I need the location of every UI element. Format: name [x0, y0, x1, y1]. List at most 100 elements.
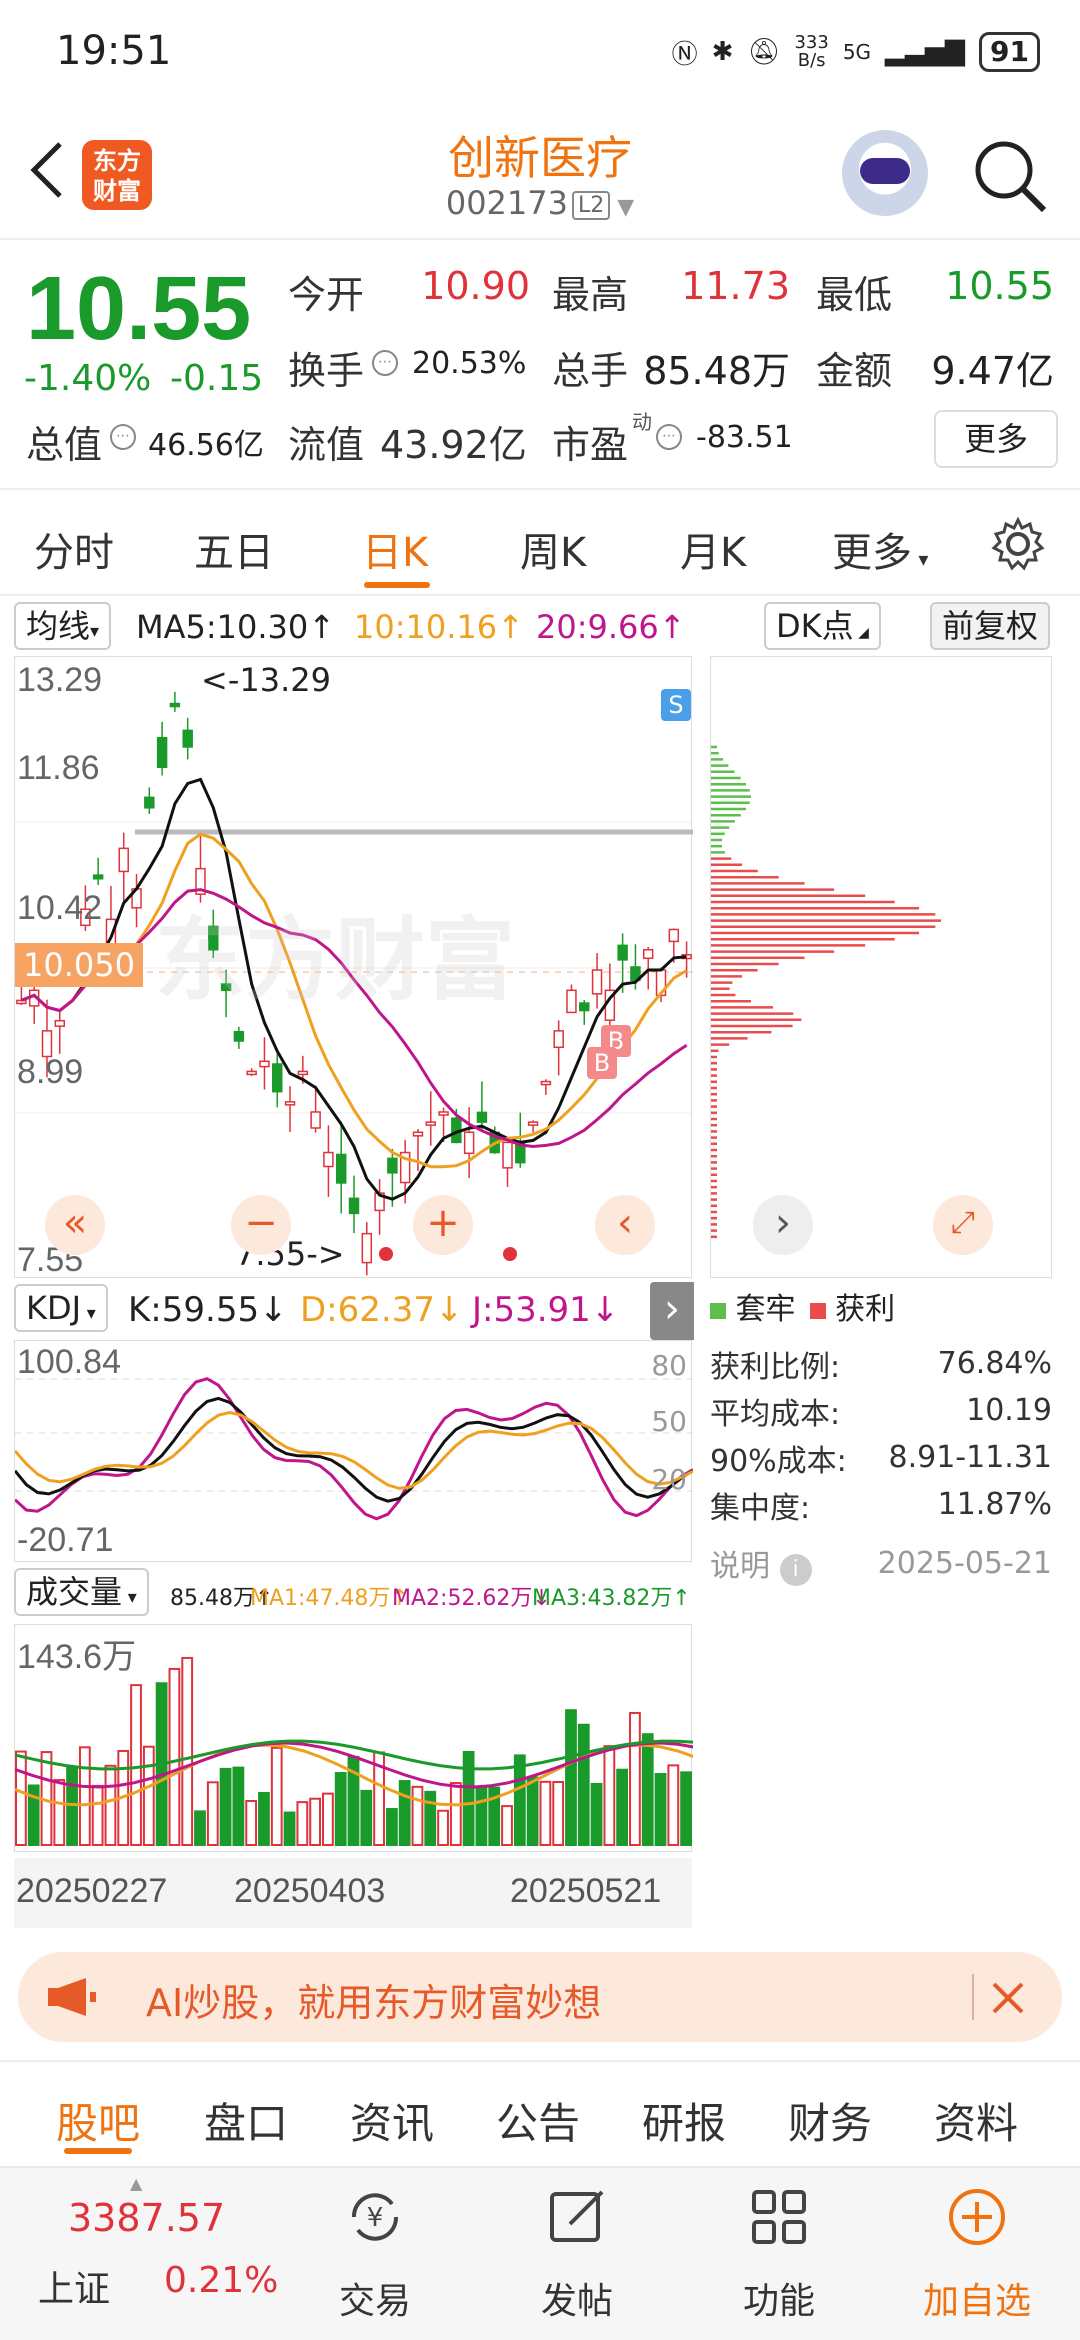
adjust-select[interactable]: 前复权 — [930, 602, 1051, 650]
tab-five-day[interactable]: 五日 — [194, 520, 274, 578]
volume-bar — [194, 1810, 206, 1846]
candle-body — [335, 1153, 347, 1184]
kdj-chart[interactable]: 100.84 -20.71 80 50 20 — [14, 1340, 693, 1562]
change-pct: -1.40% — [24, 358, 152, 399]
candle-body — [92, 874, 104, 880]
y-label: 11.86 — [17, 749, 100, 787]
current-price-tag: 10.050 — [15, 943, 143, 987]
search-icon[interactable] — [970, 136, 1050, 216]
volume-select[interactable]: 成交量 ▾ — [14, 1568, 149, 1616]
candle-body — [617, 944, 628, 961]
candle-body — [579, 1002, 590, 1012]
volume-ma1: MA1:47.48万↑ — [250, 1586, 409, 1611]
volume-bar — [680, 1771, 692, 1846]
tab-intraday[interactable]: 分时 — [34, 520, 114, 578]
tab-daily-k[interactable]: 日K — [362, 520, 428, 578]
tab-finance[interactable]: 财务 — [788, 2090, 872, 2151]
kdj-indicator-bar: KDJ ▾ K:59.55↓ D:62.37↓ J:53.91↓ › — [14, 1282, 694, 1340]
chip-distribution-chart[interactable]: › ⤢ — [710, 656, 1052, 1278]
chip-row-profit-ratio: 获利比例: 76.84% — [710, 1340, 1052, 1387]
tab-more[interactable]: 更多 ▾ — [832, 520, 928, 578]
info-icon: i — [779, 1554, 812, 1586]
candle-body — [566, 989, 577, 1014]
nav-add-watchlist[interactable]: 加自选 — [902, 2168, 1052, 2340]
zoom-out-icon[interactable]: − — [231, 1195, 291, 1255]
sell-marker[interactable]: S — [661, 689, 691, 721]
volume-bar — [667, 1764, 680, 1846]
volume-bar — [411, 1785, 424, 1847]
candle-body — [553, 1030, 564, 1049]
volume-bar — [91, 1784, 104, 1847]
kdj-j-line — [15, 1377, 693, 1521]
scroll-left-fast-icon[interactable]: « — [45, 1195, 105, 1255]
nav-post[interactable]: 发帖 — [502, 2168, 652, 2340]
dk-select[interactable]: DK点 ◢ — [764, 602, 881, 650]
caret-down-icon: ▾ — [122, 1587, 137, 1608]
event-dot[interactable] — [379, 1247, 393, 1261]
chip-row-concentration: 集中度: 11.87% — [710, 1481, 1052, 1528]
tab-profile[interactable]: 资料 — [934, 2090, 1018, 2151]
chip-label: 90%成本: — [710, 1443, 847, 1479]
zoom-in-icon[interactable]: + — [413, 1195, 473, 1255]
candle-body — [144, 796, 155, 809]
volume-bar — [181, 1656, 194, 1846]
volume-bar — [206, 1781, 219, 1847]
close-icon[interactable] — [990, 1980, 1026, 2016]
more-button[interactable]: 更多 — [934, 410, 1058, 468]
volume-bar — [296, 1801, 309, 1847]
candle-body — [323, 1151, 334, 1168]
tab-weekly-k[interactable]: 周K — [520, 520, 586, 578]
index-ticker[interactable]: ▲ 3387.57 上证 0.21% — [0, 2168, 290, 2340]
tab-announcements[interactable]: 公告 — [496, 2090, 580, 2151]
candle-body — [387, 1157, 398, 1174]
chip-value: 10.19 — [966, 1393, 1052, 1428]
volume-bar — [398, 1780, 411, 1846]
candle-body — [182, 729, 193, 748]
period-tabs: 分时 五日 日K 周K 月K 更多 ▾ — [0, 496, 1080, 596]
chip-row-90-cost: 90%成本: 8.91-11.31 — [710, 1434, 1052, 1481]
chip-value: 8.91-11.31 — [888, 1440, 1052, 1475]
kline-chart[interactable]: 东方财富 13.29 11.86 10.42 8.99 7.55 10.050 … — [14, 656, 693, 1279]
volume-chart[interactable]: 143.6万 — [14, 1624, 693, 1852]
ai-promo-banner[interactable]: AI炒股，就用东方财富妙想 — [18, 1952, 1062, 2042]
gear-icon[interactable] — [990, 516, 1046, 572]
tab-pankou[interactable]: 盘口 — [204, 2090, 288, 2151]
expand-icon[interactable]: ⤢ — [933, 1195, 993, 1255]
info-dots-icon[interactable]: ⋯ — [656, 424, 682, 450]
info-dots-icon[interactable]: ⋯ — [110, 424, 136, 450]
kdj-select[interactable]: KDJ ▾ — [14, 1284, 108, 1332]
volume-bar — [142, 1745, 155, 1846]
candle-body — [310, 1111, 321, 1129]
info-dots-icon[interactable]: ⋯ — [372, 350, 398, 376]
candle-body — [502, 1141, 513, 1169]
volume-bar — [322, 1792, 334, 1846]
tab-monthly-k[interactable]: 月K — [680, 520, 746, 578]
buy-marker[interactable]: B — [587, 1047, 617, 1079]
status-bar: 19:51 Ⓝ ✱ 🔕︎ 333 B/s 5G ▂▃▅▇ 91 — [0, 0, 1080, 100]
scroll-left-icon[interactable]: ‹ — [595, 1195, 655, 1255]
nav-functions[interactable]: 功能 — [704, 2168, 854, 2340]
volume-bar — [641, 1733, 654, 1846]
chip-note-label: 说明 — [710, 1549, 770, 1584]
candle-body — [425, 1121, 436, 1126]
legend-swatch-green — [710, 1303, 726, 1319]
chip-note[interactable]: 说明 i — [710, 1541, 812, 1586]
caret-down-icon: ▾ — [912, 547, 929, 571]
nav-trade[interactable]: ¥ 交易 — [300, 2168, 450, 2340]
ai-robot-avatar[interactable] — [842, 130, 928, 216]
scroll-right-icon[interactable]: › — [753, 1195, 813, 1255]
tab-news[interactable]: 资讯 — [350, 2090, 434, 2151]
event-dot[interactable] — [503, 1247, 517, 1261]
tab-research[interactable]: 研报 — [642, 2090, 726, 2151]
volume-bar — [590, 1782, 603, 1846]
date-label: 20250521 — [510, 1872, 662, 1910]
volume-bar — [283, 1811, 296, 1847]
ma-select[interactable]: 均线▾ — [14, 602, 112, 650]
tab-guba[interactable]: 股吧 — [56, 2090, 140, 2151]
volume-bar — [616, 1768, 629, 1846]
index-change: 0.21% — [164, 2260, 279, 2301]
high-value: 11.73 — [681, 264, 790, 308]
nav-add-watchlist-label: 加自选 — [922, 2281, 1031, 2322]
status-time: 19:51 — [56, 28, 172, 74]
chevron-right-icon[interactable]: › — [650, 1282, 694, 1340]
